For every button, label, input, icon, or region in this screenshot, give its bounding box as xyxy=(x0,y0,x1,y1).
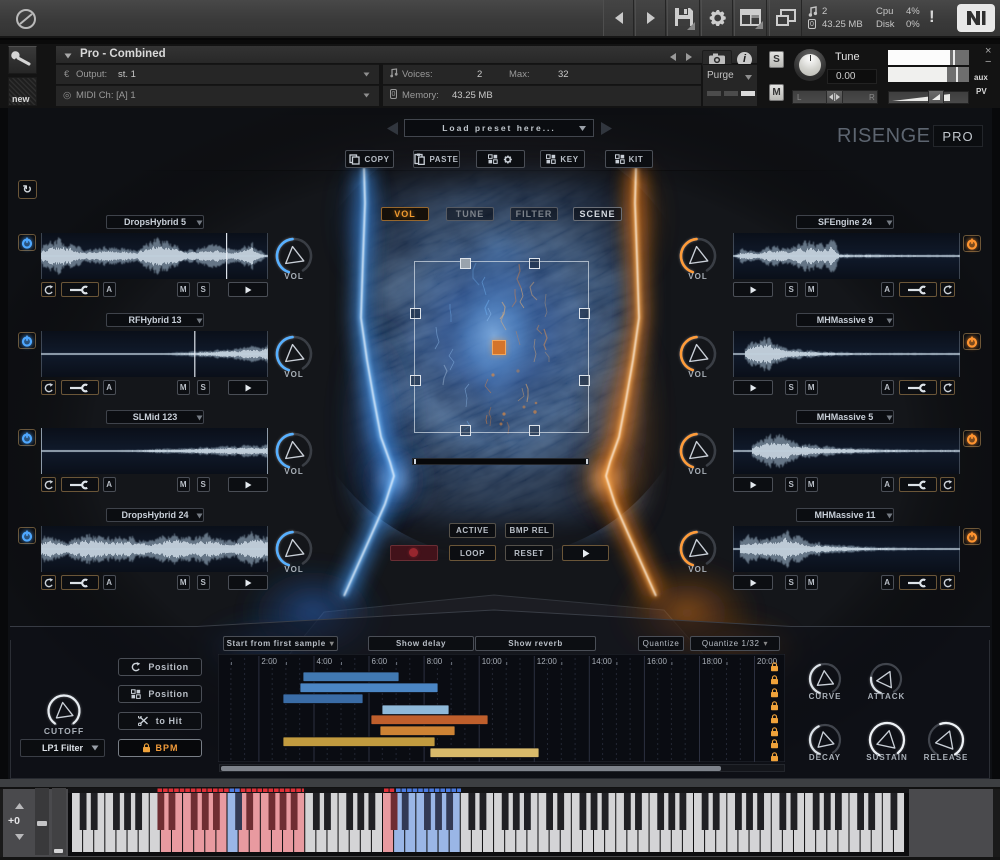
svg-text:4:00: 4:00 xyxy=(317,657,333,666)
svg-text:16:00: 16:00 xyxy=(647,657,668,666)
svg-text:6:00: 6:00 xyxy=(372,657,388,666)
svg-text:2:00: 2:00 xyxy=(261,657,277,666)
svg-text:8:00: 8:00 xyxy=(427,657,443,666)
svg-text:14:00: 14:00 xyxy=(592,657,613,666)
